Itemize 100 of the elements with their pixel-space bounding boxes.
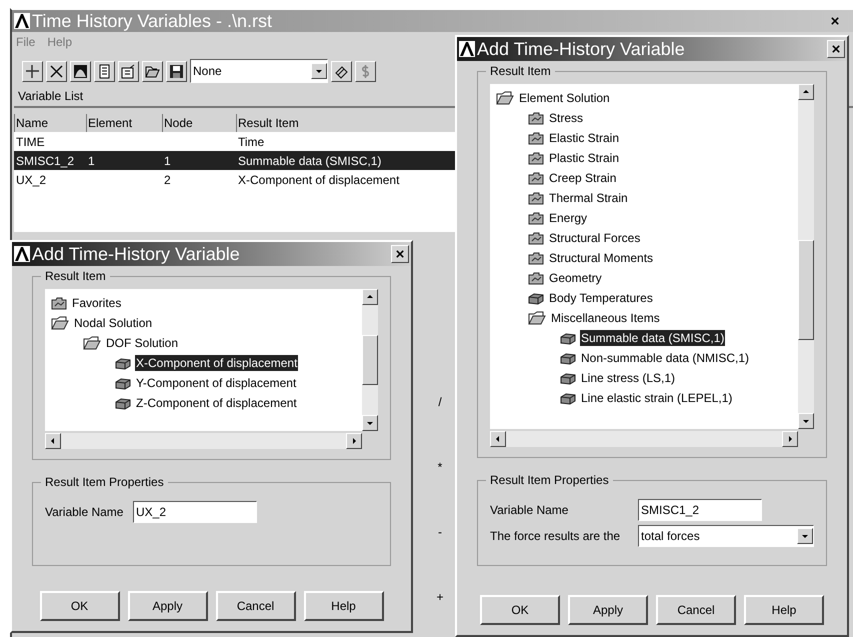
table-cell-text: 1 (163, 152, 172, 170)
graph-icon[interactable] (70, 60, 91, 82)
group-title: Result Item Properties (486, 472, 613, 488)
scroll-thumb[interactable] (362, 335, 378, 385)
save-icon[interactable] (166, 60, 187, 82)
table-cell-text: UX_2 (15, 172, 48, 188)
field-label: The force results are the (490, 528, 622, 545)
cube-icon (115, 376, 131, 390)
dropdown[interactable]: None (190, 59, 328, 83)
folder-icon (528, 232, 544, 244)
tree-item[interactable]: Plastic Strain (548, 150, 620, 166)
cube-icon (560, 372, 576, 384)
operator-button[interactable]: - (420, 522, 460, 542)
dollar-icon[interactable] (355, 60, 376, 82)
tree-item[interactable]: Line elastic strain (LEPEL,1) (580, 390, 734, 406)
tree-item[interactable]: X-Component of displacement (135, 355, 298, 371)
folder-icon (51, 296, 67, 310)
tree-item[interactable]: Elastic Strain (548, 130, 620, 146)
column-header[interactable]: Name (14, 114, 86, 132)
scroll-down-button[interactable] (311, 63, 327, 79)
column-header[interactable]: Node (162, 114, 236, 132)
close-button[interactable]: × (827, 40, 845, 58)
scroll-right-button[interactable] (782, 431, 798, 447)
cube-icon (560, 332, 576, 344)
dialog-button[interactable]: OK (480, 595, 560, 625)
operator-button[interactable]: * (420, 457, 460, 477)
tree-item[interactable]: Stress (548, 110, 584, 126)
dialog-button[interactable]: Help (304, 591, 384, 621)
group-title: Result Item Properties (41, 474, 168, 490)
tree-item[interactable]: Non-summable data (NMISC,1) (580, 350, 750, 366)
operator-button[interactable]: / (420, 392, 460, 412)
dropdown[interactable]: total forces (638, 525, 814, 547)
logo-icon (14, 13, 30, 29)
open-folder-icon (496, 91, 514, 105)
dialog-button[interactable]: Apply (128, 591, 208, 621)
horizontal-scrollbar[interactable] (490, 431, 798, 447)
dialog-button[interactable]: Apply (568, 595, 648, 625)
add-icon[interactable] (22, 60, 43, 82)
horizontal-scrollbar[interactable] (45, 433, 362, 449)
cube-icon (560, 352, 576, 364)
close-button[interactable]: × (391, 245, 409, 263)
folder-icon (528, 252, 544, 264)
folder-icon (528, 192, 544, 204)
scroll-thumb[interactable] (798, 240, 814, 340)
close-button[interactable]: × (826, 12, 844, 30)
table-cell-text: 1 (87, 152, 96, 170)
delete-icon[interactable] (46, 60, 67, 82)
list-icon[interactable] (94, 60, 115, 82)
tree-item[interactable]: Summable data (SMISC,1) (580, 330, 726, 346)
scroll-left-button[interactable] (490, 431, 506, 447)
table-cell-text: X-Component of displacement (237, 172, 400, 188)
scroll-down-button[interactable] (362, 415, 378, 431)
tree-item[interactable]: Geometry (548, 270, 603, 286)
table-cell-text: Summable data (SMISC,1) (237, 152, 382, 170)
tree-item[interactable]: DOF Solution (105, 335, 180, 351)
tree-item[interactable]: Element Solution (518, 90, 611, 106)
tree-item[interactable]: Favorites (71, 295, 122, 311)
tree-item[interactable]: Creep Strain (548, 170, 618, 186)
tree-item[interactable]: Z-Component of displacement (135, 395, 298, 411)
scroll-down-button[interactable] (797, 528, 813, 544)
tree-item[interactable]: Miscellaneous Items (550, 310, 661, 326)
folder-icon (528, 112, 544, 124)
scroll-up-button[interactable] (362, 289, 378, 305)
cube-icon (115, 356, 131, 370)
table-cell-text: Time (237, 134, 266, 150)
cube-icon (115, 396, 131, 410)
text-field[interactable]: UX_2 (133, 501, 257, 523)
dialog-button[interactable]: OK (40, 591, 120, 621)
tree-item[interactable]: Energy (548, 210, 588, 226)
tree-item[interactable]: Nodal Solution (73, 315, 154, 331)
eraser-icon[interactable] (331, 60, 352, 82)
tree-item[interactable]: Body Temperatures (548, 290, 654, 306)
folder-icon (528, 152, 544, 164)
tree-item[interactable]: Y-Component of displacement (135, 375, 298, 391)
dialog-button[interactable]: Cancel (656, 595, 736, 625)
table-cell-text: TIME (15, 134, 46, 150)
folder-icon (528, 132, 544, 144)
text-field[interactable]: SMISC1_2 (638, 499, 762, 521)
window-title: Add Time-History Variable (32, 245, 240, 263)
column-header[interactable]: Element (86, 114, 162, 132)
vertical-scrollbar[interactable] (362, 289, 378, 431)
tree-item[interactable]: Structural Moments (548, 250, 654, 266)
scroll-right-button[interactable] (346, 433, 362, 449)
operator-button[interactable]: + (420, 587, 460, 607)
dialog-button[interactable]: Cancel (216, 591, 296, 621)
dialog-button[interactable]: Help (744, 595, 824, 625)
logo-icon (14, 246, 30, 262)
tree-item[interactable]: Line stress (LS,1) (580, 370, 676, 386)
scroll-left-button[interactable] (45, 433, 61, 449)
field-label: Variable Name (490, 502, 570, 519)
tree-item[interactable]: Thermal Strain (548, 190, 629, 206)
tree-item[interactable]: Structural Forces (548, 230, 642, 246)
vertical-scrollbar[interactable] (798, 84, 814, 429)
scroll-up-button[interactable] (798, 84, 814, 100)
scroll-down-button[interactable] (798, 413, 814, 429)
open-folder-icon[interactable] (142, 60, 163, 82)
window-title: Add Time-History Variable (477, 40, 685, 58)
field-label: Variable Name (45, 504, 124, 521)
properties-icon[interactable] (118, 60, 139, 82)
cube-icon (528, 292, 544, 304)
